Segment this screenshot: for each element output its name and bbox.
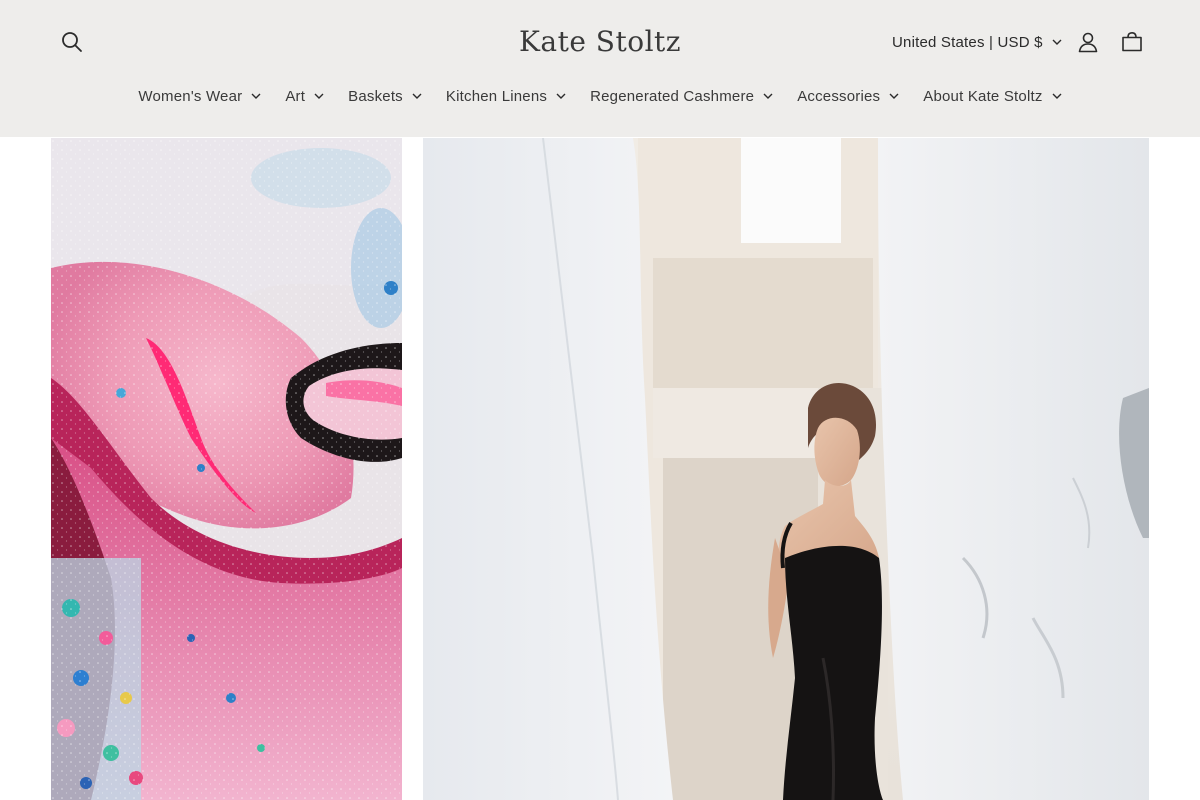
chevron-down-icon: [314, 93, 324, 99]
search-button[interactable]: [52, 22, 92, 62]
model-photo-image: [423, 138, 1149, 800]
search-icon: [62, 32, 82, 52]
nav-item-art[interactable]: Art: [273, 80, 336, 112]
chevron-down-icon: [763, 93, 773, 99]
main-navigation: Women's Wear Art Baskets Kitchen Linens …: [0, 80, 1200, 112]
account-button[interactable]: [1068, 22, 1108, 62]
cart-button[interactable]: [1112, 22, 1152, 62]
nav-item-about-kate-stoltz[interactable]: About Kate Stoltz: [911, 80, 1073, 112]
nav-item-label: Regenerated Cashmere: [590, 87, 755, 105]
nav-item-label: About Kate Stoltz: [923, 87, 1043, 105]
chevron-down-icon: [251, 93, 261, 99]
nav-item-label: Art: [285, 87, 306, 105]
nav-item-label: Women's Wear: [138, 87, 243, 105]
country-currency-selector[interactable]: United States | USD $: [892, 28, 1062, 56]
hero-image-womens-wear[interactable]: [423, 138, 1149, 800]
artwork-image: [51, 138, 402, 800]
nav-item-kitchen-linens[interactable]: Kitchen Linens: [434, 80, 578, 112]
cart-icon: [1122, 31, 1142, 52]
nav-item-label: Accessories: [797, 87, 881, 105]
nav-item-accessories[interactable]: Accessories: [785, 80, 911, 112]
nav-item-womens-wear[interactable]: Women's Wear: [126, 80, 273, 112]
chevron-down-icon: [1052, 39, 1062, 45]
site-header: Kate Stoltz United States | USD $ Women'…: [0, 0, 1200, 137]
chevron-down-icon: [556, 93, 566, 99]
account-icon: [1078, 32, 1098, 53]
nav-item-label: Baskets: [348, 87, 403, 105]
chevron-down-icon: [1052, 93, 1062, 99]
logo-link[interactable]: Kate Stoltz: [519, 25, 681, 58]
nav-item-regenerated-cashmere[interactable]: Regenerated Cashmere: [578, 80, 785, 112]
chevron-down-icon: [889, 93, 899, 99]
country-currency-label: United States | USD $: [892, 33, 1043, 51]
nav-item-baskets[interactable]: Baskets: [336, 80, 434, 112]
nav-item-label: Kitchen Linens: [445, 87, 548, 105]
hero-image-artwork[interactable]: [51, 138, 402, 800]
chevron-down-icon: [412, 93, 422, 99]
